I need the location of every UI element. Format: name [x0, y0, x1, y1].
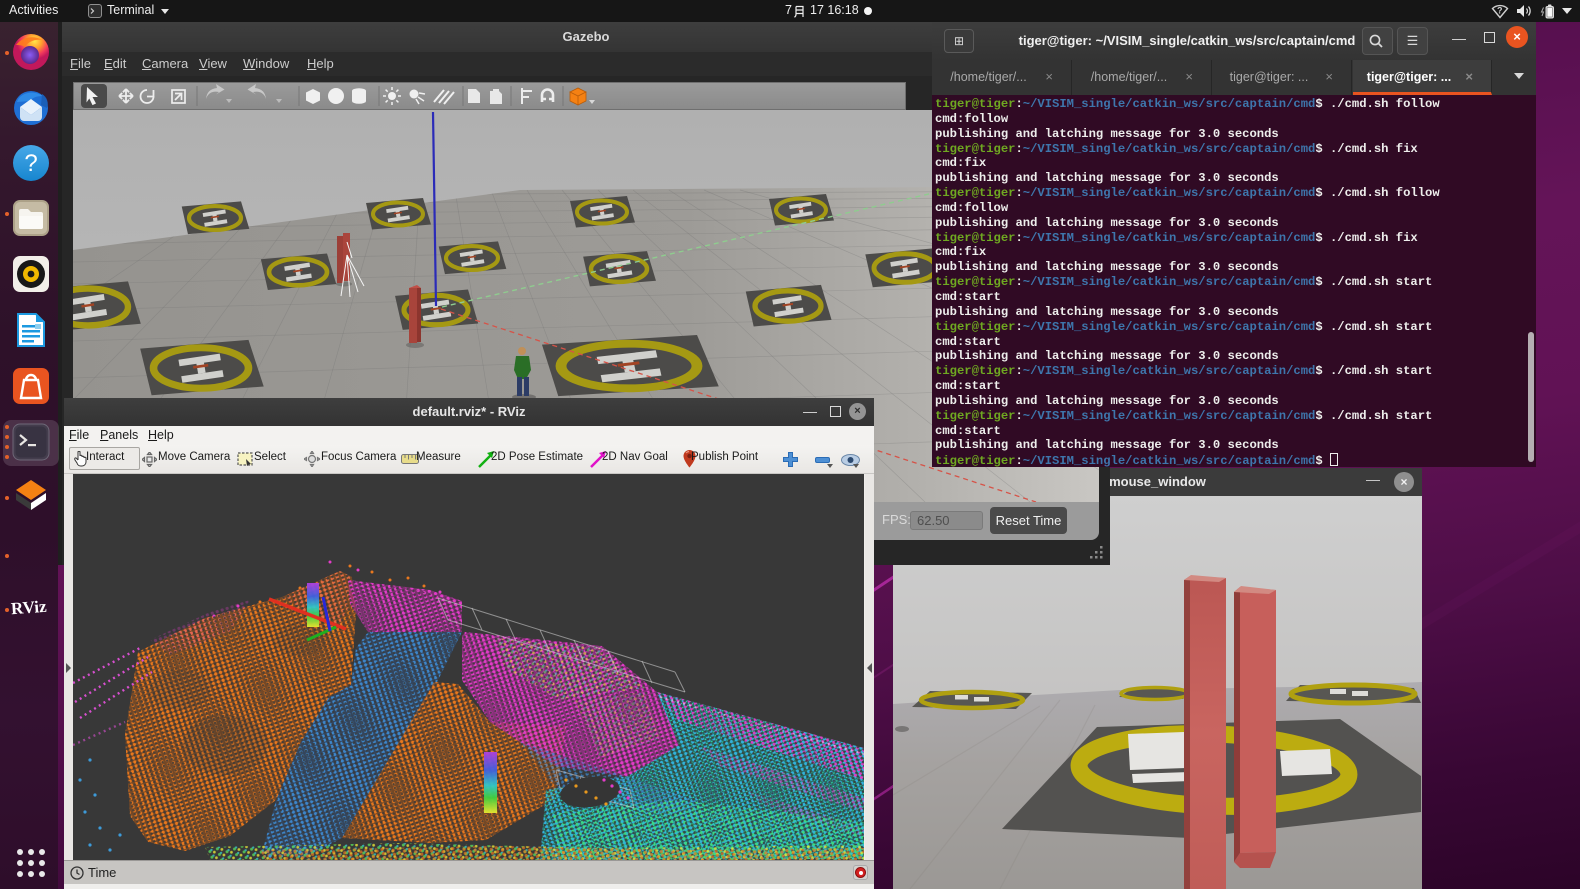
svg-text:?: ? — [24, 150, 37, 177]
svg-text:?: ? — [1497, 6, 1503, 16]
